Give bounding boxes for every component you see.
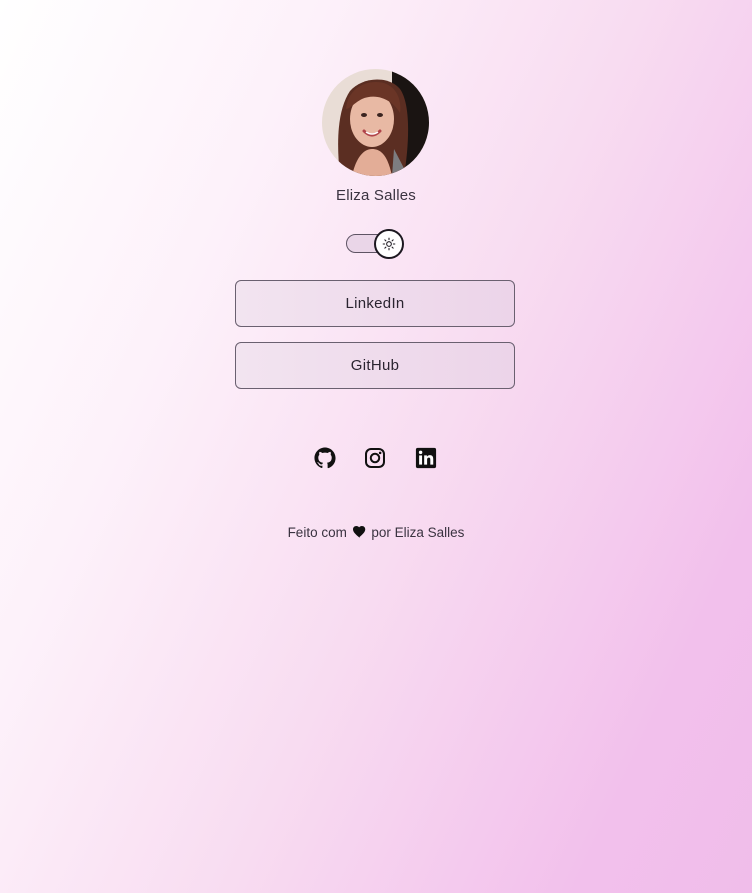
github-icon[interactable] (314, 447, 336, 469)
linkedin-button[interactable]: LinkedIn (235, 280, 515, 327)
avatar (322, 69, 429, 176)
sun-icon (382, 237, 396, 251)
instagram-icon[interactable] (364, 447, 386, 469)
theme-toggle[interactable] (346, 229, 404, 259)
footer-prefix: Feito com (287, 525, 347, 540)
profile-name: Eliza Salles (336, 187, 416, 204)
avatar-photo (322, 69, 429, 176)
github-button[interactable]: GitHub (235, 342, 515, 389)
linkedin-icon[interactable] (415, 447, 437, 469)
heart-icon (352, 526, 365, 538)
toggle-knob[interactable] (374, 229, 404, 259)
footer: Feito com por Eliza Salles (0, 525, 752, 540)
footer-suffix: por Eliza Salles (371, 525, 465, 540)
page: Eliza Salles LinkedIn GitHub Feito com p… (0, 0, 752, 893)
